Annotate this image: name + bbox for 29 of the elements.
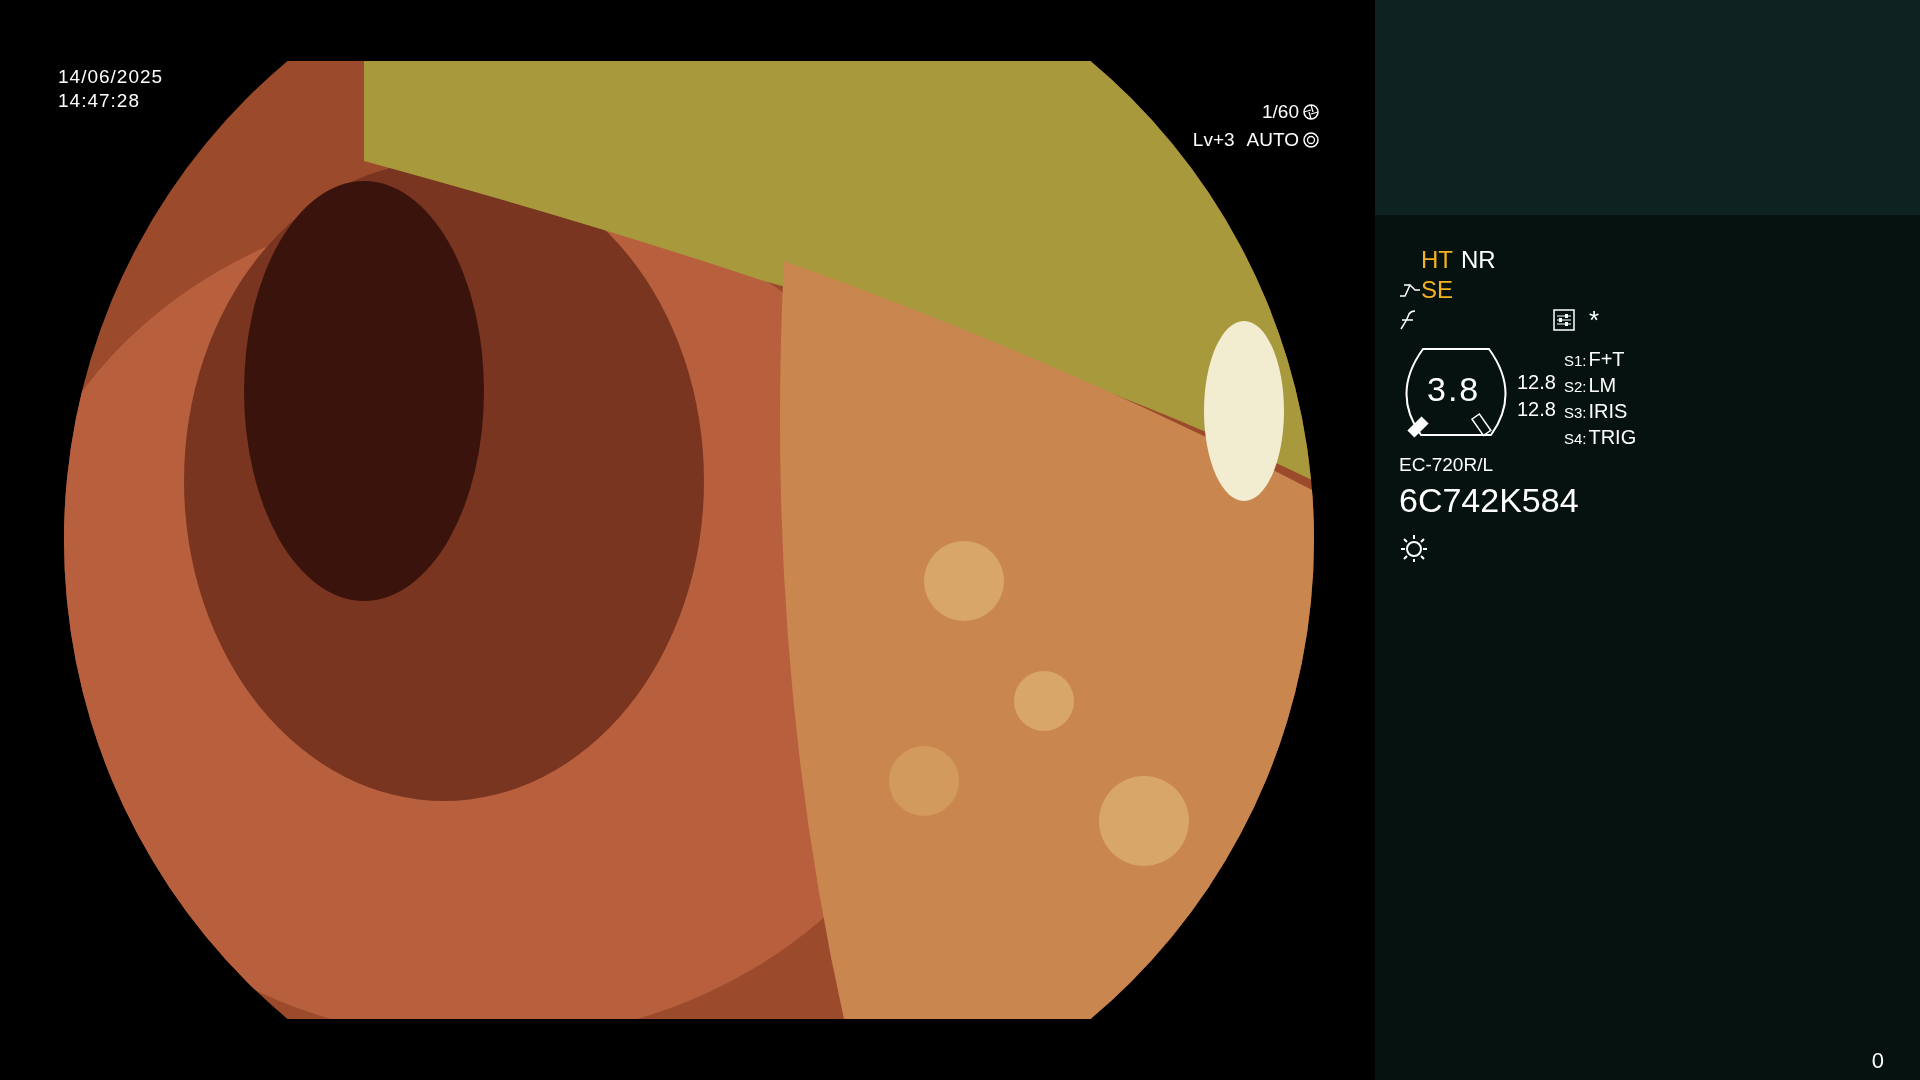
mode-indicator: NR (1461, 245, 1496, 275)
aperture-icon (1303, 104, 1319, 120)
brightness-level-text: Lv+3 (1192, 128, 1235, 152)
light-icon (1399, 533, 1429, 563)
edge-curve-icon (1399, 282, 1421, 298)
settings-sliders-icon (1552, 309, 1575, 331)
iris-mode-text: AUTO (1246, 128, 1299, 152)
serial-number-text: 6C742K584 (1399, 480, 1580, 521)
switch-function: IRIS (1588, 399, 1628, 424)
iris-icon (1303, 132, 1319, 148)
switch-key: S3: (1563, 400, 1587, 425)
curve-icon (1399, 310, 1417, 330)
gauge-value: 3.8 (1427, 369, 1481, 409)
asterisk-text: * (1588, 307, 1599, 333)
gauge-reading: 12.8 (1517, 370, 1556, 395)
switch-key: S1: (1563, 348, 1587, 373)
scope-model-text: EC-720R/L (1399, 453, 1494, 477)
gauge-reading: 12.8 (1517, 397, 1556, 422)
mode-indicator: SE (1421, 275, 1453, 305)
switch-key: S4: (1563, 426, 1587, 451)
switch-key: S2: (1563, 374, 1587, 399)
time-text: 14:47:28 (58, 89, 141, 113)
mode-indicator: HT (1421, 245, 1453, 275)
switch-function: F+T (1588, 347, 1625, 372)
switch-function: LM (1588, 373, 1617, 398)
date-text: 14/06/2025 (58, 65, 164, 89)
shutter-text: 1/60 (1262, 100, 1299, 124)
switch-function: TRIG (1588, 425, 1637, 450)
counter-text: 0 (1871, 1048, 1884, 1074)
